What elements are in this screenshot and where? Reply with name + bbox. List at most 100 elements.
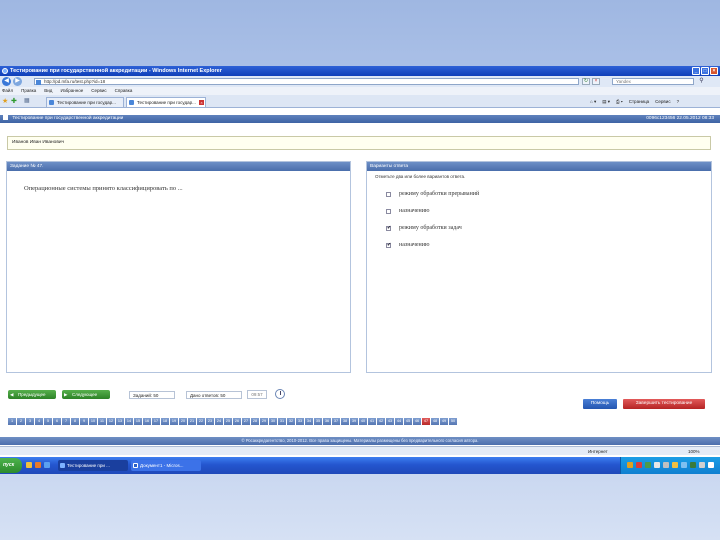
- menu-tools[interactable]: Сервис: [91, 87, 106, 95]
- question-number-35[interactable]: 35: [314, 418, 322, 425]
- tab-close-icon[interactable]: ×: [199, 100, 204, 105]
- question-number-26[interactable]: 26: [233, 418, 241, 425]
- question-number-5[interactable]: 5: [44, 418, 52, 425]
- question-number-18[interactable]: 18: [161, 418, 169, 425]
- tab-list-icon[interactable]: ▦: [24, 98, 30, 105]
- help-button[interactable]: Помощь: [583, 399, 617, 409]
- question-number-24[interactable]: 24: [215, 418, 223, 425]
- question-number-21[interactable]: 21: [188, 418, 196, 425]
- help-menu-icon[interactable]: ?: [677, 97, 680, 107]
- finish-test-button[interactable]: Завершить тестирование: [623, 399, 705, 409]
- question-number-19[interactable]: 19: [170, 418, 178, 425]
- print-icon[interactable]: ⎙ ▾: [616, 97, 623, 107]
- question-number-45[interactable]: 45: [404, 418, 412, 425]
- question-number-33[interactable]: 33: [296, 418, 304, 425]
- tray-display-icon[interactable]: [681, 462, 687, 468]
- feeds-icon[interactable]: ▤ ▾: [602, 97, 610, 107]
- stop-icon[interactable]: ×: [592, 78, 600, 85]
- menu-favorites[interactable]: Избранное: [60, 87, 83, 95]
- question-number-14[interactable]: 14: [125, 418, 133, 425]
- question-number-47[interactable]: 47: [422, 418, 430, 425]
- menu-edit[interactable]: Правка: [21, 87, 36, 95]
- tray-network-icon[interactable]: [645, 462, 651, 468]
- question-number-49[interactable]: 49: [440, 418, 448, 425]
- question-number-34[interactable]: 34: [305, 418, 313, 425]
- question-number-28[interactable]: 28: [251, 418, 259, 425]
- question-number-44[interactable]: 44: [395, 418, 403, 425]
- menu-help[interactable]: Справка: [115, 87, 133, 95]
- question-number-11[interactable]: 11: [98, 418, 106, 425]
- question-number-37[interactable]: 37: [332, 418, 340, 425]
- question-number-13[interactable]: 13: [116, 418, 124, 425]
- question-number-17[interactable]: 17: [152, 418, 160, 425]
- add-favorites-icon[interactable]: ✚: [11, 98, 17, 105]
- question-number-22[interactable]: 22: [197, 418, 205, 425]
- answer-checkbox[interactable]: [386, 209, 391, 214]
- question-number-25[interactable]: 25: [224, 418, 232, 425]
- forward-button[interactable]: ▶: [13, 77, 22, 86]
- url-input[interactable]: http://pd.mfa.ru/test.php?id=18: [34, 78, 579, 85]
- question-number-29[interactable]: 29: [260, 418, 268, 425]
- question-number-48[interactable]: 48: [431, 418, 439, 425]
- question-number-23[interactable]: 23: [206, 418, 214, 425]
- tray-printer-icon[interactable]: [699, 462, 705, 468]
- next-button[interactable]: ▶ Следующее: [62, 390, 110, 399]
- question-number-1[interactable]: 1: [8, 418, 16, 425]
- question-number-40[interactable]: 40: [359, 418, 367, 425]
- question-number-50[interactable]: 50: [449, 418, 457, 425]
- tray-usb-icon[interactable]: [663, 462, 669, 468]
- question-number-43[interactable]: 43: [386, 418, 394, 425]
- refresh-icon[interactable]: ↻: [582, 78, 590, 85]
- start-button[interactable]: пуск: [0, 458, 22, 473]
- maximize-button[interactable]: □: [701, 67, 709, 75]
- tray-antivirus-icon[interactable]: [636, 462, 642, 468]
- answer-checkbox[interactable]: ✔: [386, 226, 391, 231]
- zoom-level[interactable]: 100%: [688, 447, 700, 456]
- question-number-6[interactable]: 6: [53, 418, 61, 425]
- tray-volume-icon[interactable]: [654, 462, 660, 468]
- menu-file[interactable]: Файл: [2, 87, 13, 95]
- question-number-9[interactable]: 9: [80, 418, 88, 425]
- tray-update-icon[interactable]: [672, 462, 678, 468]
- question-number-32[interactable]: 32: [287, 418, 295, 425]
- tools-menu[interactable]: Сервис: [655, 97, 670, 107]
- question-number-8[interactable]: 8: [71, 418, 79, 425]
- page-menu[interactable]: Страница: [629, 97, 649, 107]
- question-number-30[interactable]: 30: [269, 418, 277, 425]
- favorites-star-icon[interactable]: ★: [2, 98, 8, 105]
- tray-clock-icon[interactable]: [708, 462, 714, 468]
- question-number-42[interactable]: 42: [377, 418, 385, 425]
- question-number-3[interactable]: 3: [26, 418, 34, 425]
- question-number-4[interactable]: 4: [35, 418, 43, 425]
- home-icon[interactable]: ⌂ ▾: [590, 97, 596, 107]
- menu-view[interactable]: Вид: [44, 87, 52, 95]
- minimize-button[interactable]: _: [692, 67, 700, 75]
- question-number-2[interactable]: 2: [17, 418, 25, 425]
- question-number-12[interactable]: 12: [107, 418, 115, 425]
- ie-quicklaunch-icon[interactable]: [44, 462, 50, 468]
- question-number-16[interactable]: 16: [143, 418, 151, 425]
- tray-language-icon[interactable]: [627, 462, 633, 468]
- browser-quicklaunch-icon[interactable]: [35, 462, 41, 468]
- question-number-38[interactable]: 38: [341, 418, 349, 425]
- folder-icon[interactable]: [26, 462, 32, 468]
- question-number-20[interactable]: 20: [179, 418, 187, 425]
- question-number-15[interactable]: 15: [134, 418, 142, 425]
- question-number-7[interactable]: 7: [62, 418, 70, 425]
- tab-test-2[interactable]: Тестирование при государ... ×: [126, 97, 206, 107]
- question-number-10[interactable]: 10: [89, 418, 97, 425]
- answer-checkbox[interactable]: [386, 192, 391, 197]
- back-button[interactable]: ◀: [2, 77, 11, 86]
- task-ie-window[interactable]: Тестирование при ...: [58, 460, 128, 471]
- question-number-39[interactable]: 39: [350, 418, 358, 425]
- question-number-27[interactable]: 27: [242, 418, 250, 425]
- question-number-41[interactable]: 41: [368, 418, 376, 425]
- answer-checkbox[interactable]: ✔: [386, 243, 391, 248]
- previous-button[interactable]: ◀ Предыдущее: [8, 390, 56, 399]
- question-number-36[interactable]: 36: [323, 418, 331, 425]
- tray-shield-icon[interactable]: [690, 462, 696, 468]
- question-number-46[interactable]: 46: [413, 418, 421, 425]
- search-input[interactable]: Yandex: [612, 78, 694, 85]
- search-icon[interactable]: ⚲: [697, 78, 706, 85]
- close-button[interactable]: ×: [710, 67, 718, 75]
